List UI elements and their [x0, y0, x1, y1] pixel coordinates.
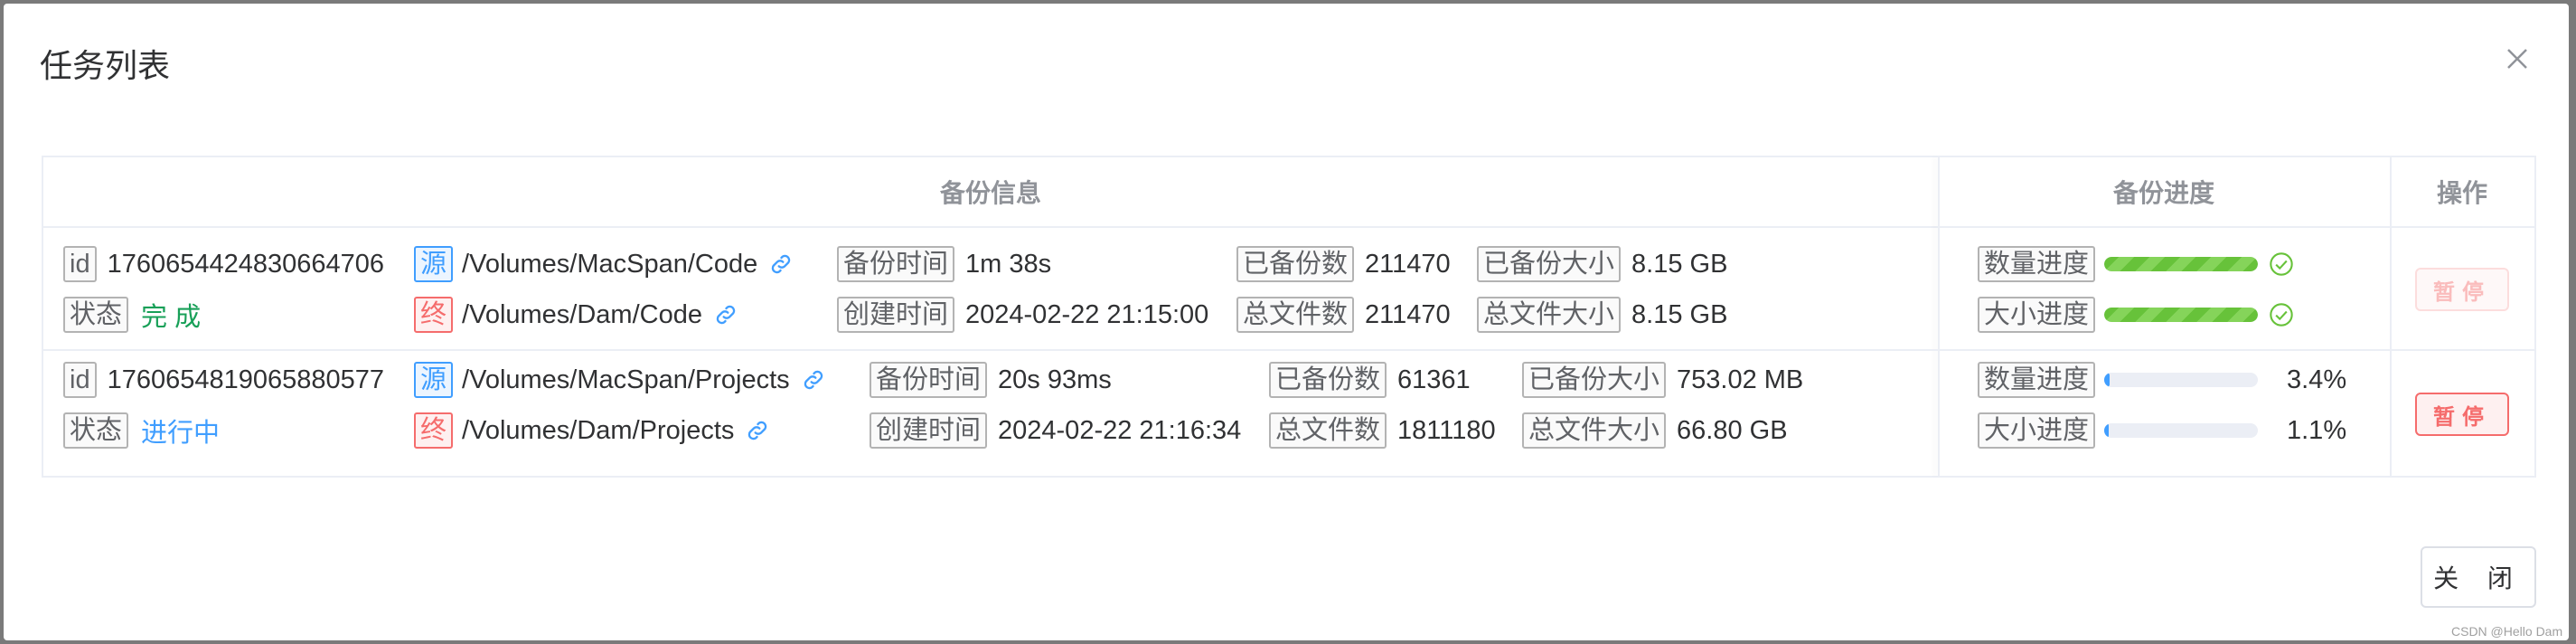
- backed-count-value: 211470: [1365, 249, 1451, 279]
- status-cell: 状态 完 成: [63, 295, 201, 335]
- table-row: id 1760654424830664706 状态 完 成 源 /Volumes…: [43, 228, 2534, 351]
- table-row: id 1760654819065880577 状态 进行中 源 /Volumes…: [43, 353, 2534, 476]
- task-table: 备份信息 备份进度 操作 id 1760654424830664706 状态 完…: [42, 156, 2536, 478]
- progress-fill: [2104, 308, 2259, 322]
- backed-count-tag: 已备份数: [1269, 362, 1387, 398]
- backed-size-cell: 已备份大小 8.15 GB: [1477, 244, 1727, 284]
- create-time-cell: 创建时间 2024-02-22 21:16:34: [870, 411, 1241, 450]
- dest-cell: 终 /Volumes/Dam/Projects: [414, 411, 770, 450]
- id-cell: id 1760654424830664706: [63, 244, 384, 284]
- total-size-tag: 总文件大小: [1477, 297, 1622, 333]
- count-progress-bar: [2104, 257, 2259, 271]
- id-tag: id: [63, 362, 97, 398]
- progress-fill: [2104, 373, 2110, 387]
- backed-count-tag: 已备份数: [1236, 246, 1355, 282]
- link-icon[interactable]: [745, 418, 770, 443]
- total-size-value: 66.80 GB: [1677, 415, 1788, 445]
- watermark: CSDN @Hello Dam: [2451, 624, 2563, 639]
- backup-time-tag: 备份时间: [837, 246, 955, 282]
- backed-count-cell: 已备份数 211470: [1236, 244, 1451, 284]
- dest-tag: 终: [414, 412, 454, 449]
- count-progress-bar: [2104, 373, 2259, 387]
- pause-button[interactable]: 暂停: [2415, 393, 2509, 436]
- source-path: /Volumes/MacSpan/Projects: [462, 365, 790, 394]
- backup-time-cell: 备份时间 1m 38s: [837, 244, 1051, 284]
- backup-time-value: 20s 93ms: [998, 365, 1112, 394]
- task-id: 1760654819065880577: [107, 365, 385, 394]
- create-time-tag: 创建时间: [870, 412, 988, 449]
- id-cell: id 1760654819065880577: [63, 360, 384, 400]
- count-progress-cell: 数量进度: [1978, 360, 2259, 400]
- size-progress-cell: 大小进度: [1978, 411, 2259, 450]
- status-badge: 进行中: [141, 419, 221, 448]
- source-tag: 源: [414, 362, 454, 398]
- backed-count-cell: 已备份数 61361: [1269, 360, 1471, 400]
- id-tag: id: [63, 246, 97, 282]
- count-progress-tag: 数量进度: [1978, 362, 2096, 398]
- link-icon[interactable]: [713, 302, 738, 327]
- total-count-value: 211470: [1365, 299, 1451, 329]
- header-backup-info: 备份信息: [939, 179, 1041, 207]
- link-icon[interactable]: [801, 367, 826, 393]
- status-tag: 状态: [63, 297, 129, 333]
- backed-size-value: 753.02 MB: [1677, 365, 1804, 394]
- header-action: 操作: [2436, 179, 2487, 207]
- count-progress-tag: 数量进度: [1978, 246, 2096, 282]
- task-list-dialog: 任务列表 备份信息 备份进度 操作 id 1760654424830664706…: [4, 4, 2569, 640]
- size-progress-tag: 大小进度: [1978, 297, 2096, 333]
- backed-count-value: 61361: [1397, 365, 1471, 394]
- dialog-title: 任务列表: [40, 47, 171, 84]
- link-icon[interactable]: [768, 251, 794, 277]
- source-cell: 源 /Volumes/MacSpan/Code: [414, 244, 794, 284]
- size-progress-bar: [2104, 308, 2259, 322]
- status-cell: 状态 进行中: [63, 411, 220, 450]
- backed-size-tag: 已备份大小: [1522, 362, 1667, 398]
- dest-tag: 终: [414, 297, 454, 333]
- backup-time-value: 1m 38s: [965, 249, 1052, 279]
- header-backup-progress: 备份进度: [2112, 179, 2214, 207]
- pause-button[interactable]: 暂停: [2415, 268, 2509, 311]
- source-cell: 源 /Volumes/MacSpan/Projects: [414, 360, 826, 400]
- backed-size-tag: 已备份大小: [1477, 246, 1622, 282]
- close-icon[interactable]: [2504, 45, 2531, 72]
- size-progress-cell: 大小进度: [1978, 295, 2294, 335]
- status-tag: 状态: [63, 412, 129, 449]
- total-count-tag: 总文件数: [1269, 412, 1387, 449]
- total-size-cell: 总文件大小 66.80 GB: [1522, 411, 1788, 450]
- status-badge: 完 成: [141, 303, 202, 332]
- check-circle-icon: [2270, 303, 2293, 327]
- size-progress-percent: 1.1%: [2287, 416, 2347, 445]
- source-path: /Volumes/MacSpan/Code: [462, 249, 758, 279]
- progress-fill: [2104, 423, 2110, 438]
- total-count-value: 1811180: [1397, 415, 1496, 445]
- check-circle-icon: [2270, 252, 2293, 276]
- total-count-cell: 总文件数 1811180: [1269, 411, 1496, 450]
- dest-path: /Volumes/Dam/Code: [462, 299, 702, 329]
- backed-size-cell: 已备份大小 753.02 MB: [1522, 360, 1803, 400]
- total-size-cell: 总文件大小 8.15 GB: [1477, 295, 1727, 335]
- progress-fill: [2104, 257, 2259, 271]
- close-button[interactable]: 关 闭: [2421, 546, 2536, 608]
- size-progress-tag: 大小进度: [1978, 412, 2096, 449]
- count-progress-cell: 数量进度: [1978, 244, 2294, 284]
- count-progress-percent: 3.4%: [2287, 365, 2347, 394]
- backup-time-cell: 备份时间 20s 93ms: [870, 360, 1112, 400]
- create-time-tag: 创建时间: [837, 297, 955, 333]
- create-time-value: 2024-02-22 21:16:34: [998, 415, 1242, 445]
- dest-cell: 终 /Volumes/Dam/Code: [414, 295, 738, 335]
- backup-time-tag: 备份时间: [870, 362, 988, 398]
- create-time-cell: 创建时间 2024-02-22 21:15:00: [837, 295, 1208, 335]
- total-count-tag: 总文件数: [1236, 297, 1355, 333]
- total-size-value: 8.15 GB: [1631, 299, 1728, 329]
- source-tag: 源: [414, 246, 454, 282]
- create-time-value: 2024-02-22 21:15:00: [965, 299, 1209, 329]
- size-progress-bar: [2104, 423, 2259, 438]
- table-header: 备份信息 备份进度 操作: [43, 157, 2534, 228]
- task-id: 1760654424830664706: [107, 249, 385, 279]
- dest-path: /Volumes/Dam/Projects: [462, 415, 735, 445]
- backed-size-value: 8.15 GB: [1631, 249, 1728, 279]
- total-size-tag: 总文件大小: [1522, 412, 1667, 449]
- total-count-cell: 总文件数 211470: [1236, 295, 1451, 335]
